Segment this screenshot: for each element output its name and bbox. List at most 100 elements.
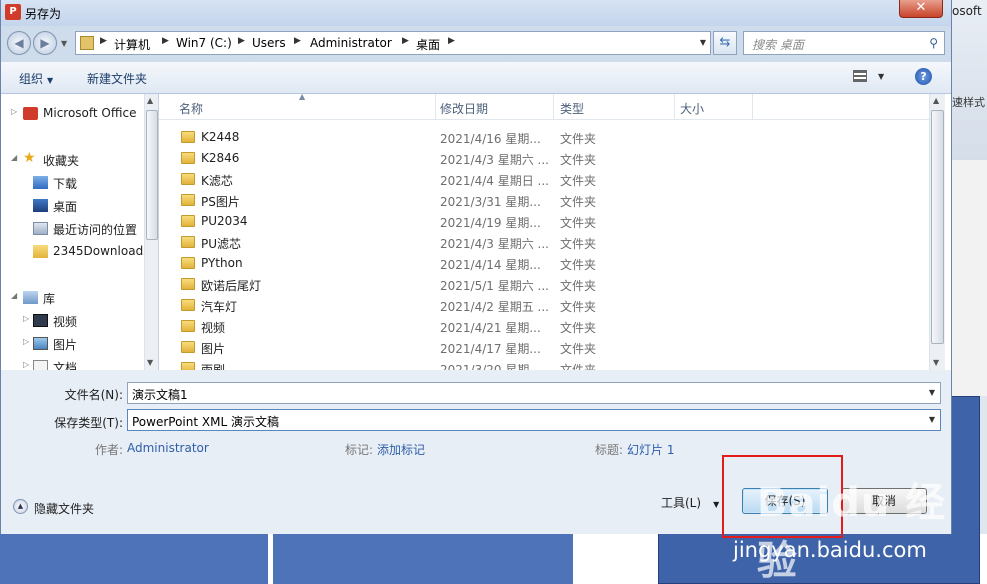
folder-icon bbox=[181, 341, 195, 353]
chevron-down-icon[interactable]: ▼ bbox=[929, 388, 935, 397]
table-row[interactable]: PS图片 2021/3/31 星期... 文件夹 bbox=[159, 190, 929, 211]
breadcrumb-drive[interactable]: Win7 (C:) bbox=[176, 36, 232, 50]
breadcrumb-administrator[interactable]: Administrator bbox=[310, 36, 392, 50]
nav-label: 桌面 bbox=[53, 200, 78, 214]
close-button[interactable]: ✕ bbox=[899, 0, 943, 18]
file-name: K2448 bbox=[201, 130, 240, 144]
background-ribbon-text: osoft bbox=[952, 4, 982, 18]
chevron-right-icon[interactable]: ▶ bbox=[402, 36, 409, 46]
filename-input[interactable]: 演示文稿1 ▼ bbox=[127, 382, 941, 404]
table-row[interactable]: K2448 2021/4/16 星期... 文件夹 bbox=[159, 127, 929, 148]
table-row[interactable]: PYthon 2021/4/14 星期... 文件夹 bbox=[159, 253, 929, 274]
nav-item-2345downloads[interactable]: 2345Downloads bbox=[1, 242, 144, 262]
tools-label: 工具(L) bbox=[661, 496, 702, 510]
file-list: ▲ 名称 修改日期 类型 大小 K2448 2021/4/16 星期... 文件夹 … bbox=[159, 94, 951, 370]
file-date: 2021/4/3 星期六 ... bbox=[440, 153, 549, 167]
column-date-modified[interactable]: 修改日期 bbox=[440, 100, 488, 117]
nav-item-downloads[interactable]: 下载 bbox=[1, 173, 144, 193]
table-row[interactable]: 图片 2021/4/17 星期... 文件夹 bbox=[159, 337, 929, 358]
column-divider[interactable] bbox=[553, 94, 554, 120]
breadcrumb-desktop[interactable]: 桌面 bbox=[416, 36, 440, 53]
column-divider[interactable] bbox=[752, 94, 753, 120]
file-date: 2021/4/4 星期日 ... bbox=[440, 174, 549, 188]
file-name: PU滤芯 bbox=[201, 237, 242, 251]
nav-item-favorites[interactable]: ◢ ★ 收藏夹 bbox=[1, 150, 144, 170]
folder-icon bbox=[181, 215, 195, 227]
expand-arrow-icon[interactable]: ▷ bbox=[23, 337, 29, 346]
table-row[interactable]: K2846 2021/4/3 星期六 ... 文件夹 bbox=[159, 148, 929, 169]
collapse-arrow-icon[interactable]: ◢ bbox=[11, 291, 17, 300]
nav-item-documents[interactable]: ▷ 文档 bbox=[1, 357, 144, 370]
chevron-down-icon[interactable]: ▼ bbox=[929, 415, 935, 424]
hide-folders-label: 隐藏文件夹 bbox=[34, 502, 95, 516]
expand-arrow-icon[interactable]: ▷ bbox=[11, 107, 17, 116]
baidu-watermark: Baidu 经验 bbox=[757, 480, 947, 584]
expand-arrow-icon[interactable]: ▷ bbox=[23, 314, 29, 323]
table-row[interactable]: PU2034 2021/4/19 星期... 文件夹 bbox=[159, 211, 929, 232]
nav-scrollbar-thumb[interactable] bbox=[146, 110, 158, 240]
view-options-icon[interactable] bbox=[853, 70, 867, 82]
nav-label: 视频 bbox=[53, 315, 78, 329]
column-divider[interactable] bbox=[674, 94, 675, 120]
new-folder-button[interactable]: 新建文件夹 bbox=[87, 70, 147, 87]
file-name: PU2034 bbox=[201, 214, 248, 228]
nav-item-pictures[interactable]: ▷ 图片 bbox=[1, 334, 144, 354]
organize-menu[interactable]: 组织 ▼ bbox=[19, 70, 53, 87]
scroll-up-icon[interactable]: ▲ bbox=[147, 96, 153, 105]
search-input[interactable]: 搜索 桌面 ⚲ bbox=[743, 31, 945, 55]
recent-pages-dropdown[interactable]: ▼ bbox=[61, 39, 67, 48]
chevron-right-icon[interactable]: ▶ bbox=[162, 36, 169, 46]
file-date: 2021/4/16 星期... bbox=[440, 132, 541, 146]
nav-label: 库 bbox=[43, 292, 56, 306]
caret-down-icon[interactable]: ▼ bbox=[878, 72, 884, 81]
table-row[interactable]: 欧诺后尾灯 2021/5/1 星期六 ... 文件夹 bbox=[159, 274, 929, 295]
forward-button[interactable]: ▶ bbox=[33, 31, 57, 55]
table-row[interactable]: 雨刷 2021/3/20 星期... 文件夹 bbox=[159, 358, 929, 370]
file-list-scrollbar-thumb[interactable] bbox=[931, 110, 944, 344]
breadcrumb-users[interactable]: Users bbox=[252, 36, 286, 50]
expand-arrow-icon[interactable]: ▷ bbox=[23, 360, 29, 369]
filetype-select[interactable]: PowerPoint XML 演示文稿 ▼ bbox=[127, 409, 941, 431]
column-name[interactable]: 名称 bbox=[179, 100, 203, 117]
nav-item-libraries[interactable]: ◢ 库 bbox=[1, 288, 144, 308]
chevron-right-icon[interactable]: ▶ bbox=[100, 36, 107, 46]
refresh-button[interactable]: ⇆ bbox=[713, 31, 737, 55]
scroll-up-icon[interactable]: ▲ bbox=[933, 96, 939, 105]
chevron-right-icon[interactable]: ▶ bbox=[448, 36, 455, 46]
tags-value[interactable]: 添加标记 bbox=[377, 441, 425, 458]
column-divider[interactable] bbox=[435, 94, 436, 120]
author-value[interactable]: Administrator bbox=[127, 441, 209, 455]
column-type[interactable]: 类型 bbox=[560, 100, 584, 117]
back-button[interactable]: ◀ bbox=[7, 31, 31, 55]
tools-menu[interactable]: 工具(L) ▼ bbox=[661, 494, 719, 511]
file-type: 文件夹 bbox=[560, 342, 597, 356]
chevron-up-icon: ▲ bbox=[13, 499, 28, 514]
table-row[interactable]: K滤芯 2021/4/4 星期日 ... 文件夹 bbox=[159, 169, 929, 190]
nav-item-recent-places[interactable]: 最近访问的位置 bbox=[1, 219, 144, 239]
address-bar[interactable]: ▶ 计算机 ▶ Win7 (C:) ▶ Users ▶ Administrato… bbox=[75, 31, 711, 55]
file-type: 文件夹 bbox=[560, 279, 597, 293]
nav-item-videos[interactable]: ▷ 视频 bbox=[1, 311, 144, 331]
table-row[interactable]: PU滤芯 2021/4/3 星期六 ... 文件夹 bbox=[159, 232, 929, 253]
scroll-down-icon[interactable]: ▼ bbox=[933, 358, 939, 367]
chevron-down-icon[interactable]: ▼ bbox=[700, 38, 706, 47]
table-row[interactable]: 视频 2021/4/21 星期... 文件夹 bbox=[159, 316, 929, 337]
help-icon[interactable]: ? bbox=[915, 68, 932, 85]
chevron-right-icon[interactable]: ▶ bbox=[238, 36, 245, 46]
nav-scrollbar[interactable]: ▲ ▼ bbox=[144, 94, 158, 370]
chevron-right-icon[interactable]: ▶ bbox=[294, 36, 301, 46]
nav-label: 下载 bbox=[53, 177, 78, 191]
nav-label: 文档 bbox=[53, 361, 78, 370]
collapse-arrow-icon[interactable]: ◢ bbox=[11, 153, 17, 162]
table-row[interactable]: 汽车灯 2021/4/2 星期五 ... 文件夹 bbox=[159, 295, 929, 316]
nav-item-microsoft-office[interactable]: ▷ Microsoft Office bbox=[1, 104, 144, 124]
breadcrumb-computer[interactable]: 计算机 bbox=[114, 36, 150, 53]
file-list-scrollbar[interactable]: ▲ ▼ bbox=[929, 94, 945, 370]
scroll-down-icon[interactable]: ▼ bbox=[147, 358, 153, 367]
title-value[interactable]: 幻灯片 1 bbox=[627, 441, 674, 458]
file-name: 汽车灯 bbox=[201, 300, 238, 314]
file-date: 2021/3/31 星期... bbox=[440, 195, 541, 209]
column-size[interactable]: 大小 bbox=[680, 100, 704, 117]
nav-item-desktop[interactable]: 桌面 bbox=[1, 196, 144, 216]
navigation-bar: ◀ ▶ ▼ ▶ 计算机 ▶ Win7 (C:) ▶ Users ▶ Admini… bbox=[1, 26, 951, 62]
